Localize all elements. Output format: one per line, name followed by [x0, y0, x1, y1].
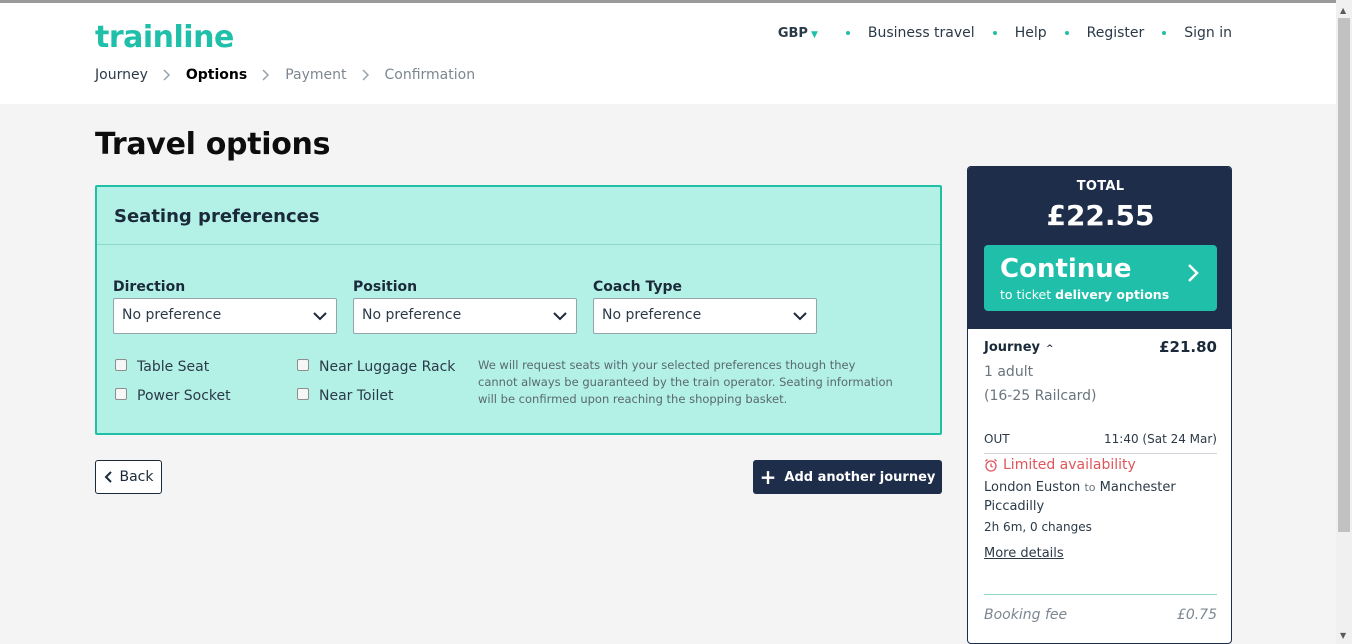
checkbox-box[interactable]	[297, 388, 309, 400]
journey-toggle[interactable]: Journey ^	[984, 340, 1054, 355]
chevron-down-icon	[313, 312, 327, 321]
journey-row: Journey ^ £21.80	[984, 338, 1217, 356]
back-button-label: Back	[119, 469, 154, 485]
outbound-time: 11:40 (Sat 24 Mar)	[1104, 432, 1217, 446]
coach-type-field: Coach Type No preference	[593, 279, 817, 334]
coach-type-value: No preference	[602, 307, 702, 323]
plus-icon: +	[759, 465, 777, 489]
nav-separator-dot	[992, 31, 997, 35]
direction-label: Direction	[113, 279, 186, 295]
booking-fee-label: Booking fee	[984, 607, 1068, 623]
basket-summary: TOTAL £22.55 Continue to ticket delivery…	[967, 166, 1232, 644]
checkbox-box[interactable]	[115, 388, 127, 400]
position-field: Position No preference	[353, 279, 577, 334]
nav-help[interactable]: Help	[1015, 25, 1047, 41]
continue-sub-bold: delivery options	[1055, 287, 1170, 302]
chevron-right-icon	[361, 69, 369, 81]
scroll-up-arrow-icon[interactable]: ▲	[1340, 6, 1346, 15]
panel-divider	[97, 244, 940, 245]
nav-separator-dot	[1064, 31, 1069, 35]
breadcrumb-journey[interactable]: Journey	[95, 67, 148, 83]
chevron-down-icon	[553, 312, 567, 321]
site-header: trainline Journey Options Payment Confir…	[0, 3, 1336, 104]
continue-sub-prefix: to ticket	[1000, 287, 1052, 302]
nav-business-travel[interactable]: Business travel	[868, 25, 975, 41]
passenger-count: 1 adult	[984, 364, 1034, 380]
scroll-down-arrow-icon[interactable]: ▼	[1340, 631, 1346, 640]
nav-sign-in[interactable]: Sign in	[1184, 25, 1232, 41]
coach-type-label: Coach Type	[593, 279, 683, 295]
total-label: TOTAL	[1076, 179, 1125, 194]
scrollbar-thumb[interactable]	[1338, 18, 1350, 532]
power-socket-label: Power Socket	[137, 388, 231, 404]
chevron-up-icon: ^	[1045, 343, 1054, 354]
position-select[interactable]: No preference	[353, 298, 577, 334]
breadcrumb-options: Options	[185, 67, 248, 83]
direction-field: Direction No preference	[113, 279, 337, 334]
chevron-left-icon	[104, 471, 112, 483]
outbound-label: OUT	[984, 432, 1010, 446]
fee-divider	[984, 594, 1217, 595]
direction-select[interactable]: No preference	[113, 298, 337, 334]
currency-selector[interactable]: GBP ▼	[778, 26, 818, 41]
near-toilet-label: Near Toilet	[319, 388, 394, 404]
breadcrumb-payment: Payment	[285, 67, 347, 83]
chevron-right-icon	[1188, 264, 1199, 282]
more-details-link[interactable]: More details	[984, 546, 1064, 561]
origin-station: London Euston	[984, 480, 1081, 495]
add-another-journey-button[interactable]: + Add another journey	[753, 460, 942, 494]
outbound-row: OUT 11:40 (Sat 24 Mar)	[984, 432, 1217, 446]
outbound-divider	[984, 453, 1217, 454]
continue-label: Continue	[1000, 254, 1132, 284]
near-luggage-rack-label: Near Luggage Rack	[319, 359, 456, 375]
near-luggage-rack-checkbox[interactable]: Near Luggage Rack	[297, 359, 455, 375]
journey-label: Journey	[984, 339, 1040, 355]
add-another-journey-label: Add another journey	[784, 469, 936, 485]
checkbox-box[interactable]	[297, 359, 309, 371]
seating-disclaimer: We will request seats with your selected…	[478, 358, 893, 406]
direction-value: No preference	[122, 307, 222, 323]
booking-fee-row: Booking fee £0.75	[984, 607, 1217, 623]
continue-button[interactable]: Continue to ticket delivery options	[984, 245, 1217, 311]
position-value: No preference	[362, 307, 462, 323]
alarm-clock-icon	[985, 458, 997, 472]
chevron-down-icon	[793, 312, 807, 321]
seating-preferences-panel: Seating preferences Direction No prefere…	[95, 185, 942, 435]
chevron-right-icon	[163, 69, 170, 81]
table-seat-label: Table Seat	[137, 359, 210, 375]
journey-route: London Euston to Manchester Piccadilly	[984, 478, 1204, 516]
position-label: Position	[353, 279, 418, 295]
top-navigation: GBP ▼ Business travel Help Register Sign …	[778, 25, 1232, 41]
total-price: £22.55	[1046, 199, 1155, 232]
availability-warning: Limited availability	[984, 457, 1136, 473]
journey-duration: 2h 6m, 0 changes	[984, 520, 1092, 534]
breadcrumb-confirmation: Confirmation	[384, 67, 476, 83]
seating-preferences-title: Seating preferences	[114, 206, 320, 227]
power-socket-checkbox[interactable]: Power Socket	[115, 388, 231, 404]
availability-text: Limited availability	[1003, 457, 1136, 473]
booking-fee-value: £0.75	[1176, 607, 1217, 623]
page-scrollbar[interactable]: ▲ ▼	[1336, 0, 1352, 644]
page-title: Travel options	[95, 127, 331, 162]
table-seat-checkbox[interactable]: Table Seat	[115, 359, 209, 375]
coach-type-select[interactable]: No preference	[593, 298, 817, 334]
currency-label: GBP	[777, 25, 808, 41]
nav-register[interactable]: Register	[1087, 25, 1145, 41]
nav-separator-dot	[1162, 31, 1167, 35]
route-to-word: to	[1084, 481, 1096, 494]
breadcrumb: Journey Options Payment Confirmation	[95, 67, 475, 83]
chevron-right-icon	[262, 69, 270, 81]
nav-separator-dot	[845, 31, 850, 35]
railcard-type: (16-25 Railcard)	[984, 388, 1097, 404]
near-toilet-checkbox[interactable]: Near Toilet	[297, 388, 394, 404]
summary-header: TOTAL £22.55 Continue to ticket delivery…	[968, 167, 1231, 329]
checkbox-box[interactable]	[115, 359, 127, 371]
journey-price: £21.80	[1159, 338, 1217, 356]
back-button[interactable]: Back	[95, 460, 162, 494]
continue-sublabel: to ticket delivery options	[1000, 287, 1169, 302]
chevron-down-icon: ▼	[810, 29, 818, 40]
trainline-logo[interactable]: trainline	[95, 20, 234, 55]
